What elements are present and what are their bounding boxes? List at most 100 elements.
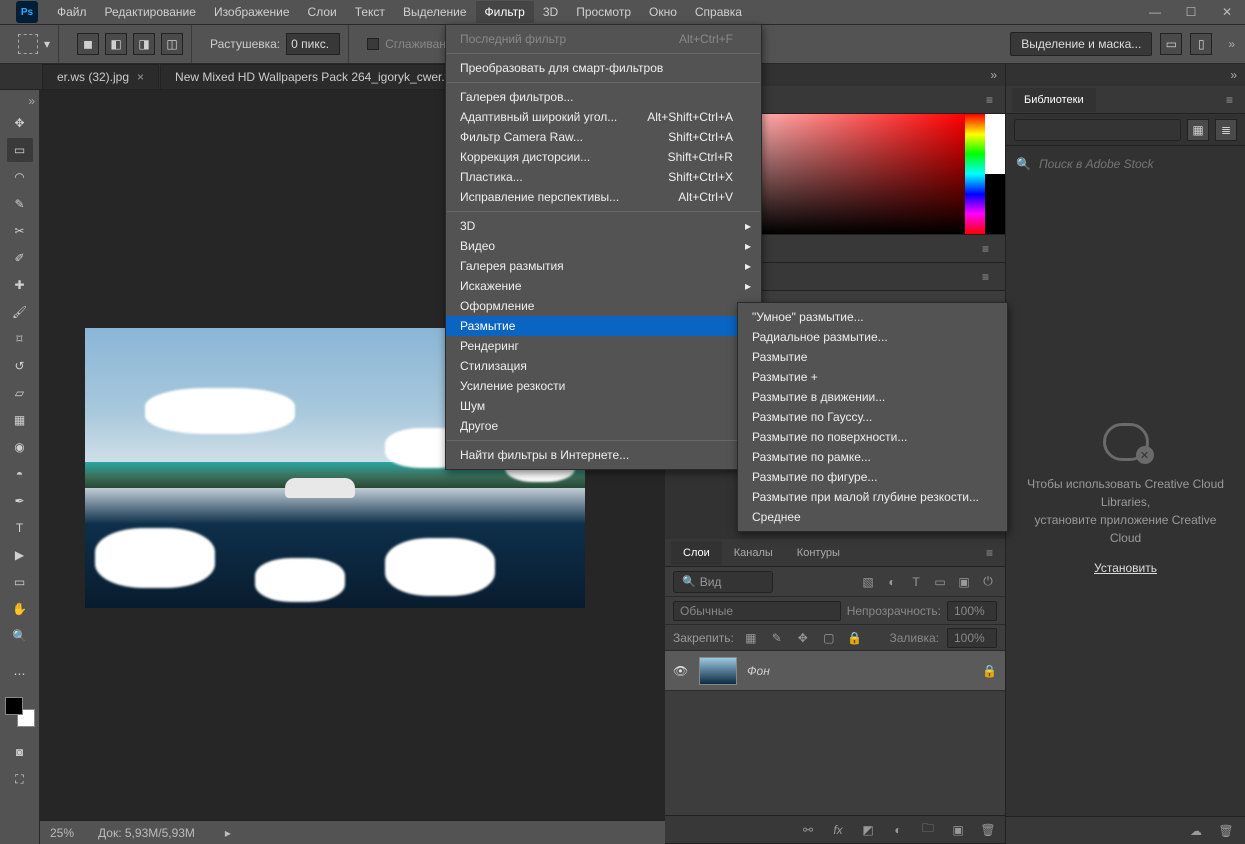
submenu-item[interactable]: Размытие + xyxy=(738,367,1007,387)
layers-tab[interactable]: Слои xyxy=(671,541,722,565)
menu-item[interactable]: Другое▸ xyxy=(446,416,761,436)
tool-preset-icon[interactable] xyxy=(18,34,38,54)
pen-tool-icon[interactable]: ✒ xyxy=(7,489,33,513)
crop-tool-icon[interactable]: ✂ xyxy=(7,219,33,243)
marquee-tool-icon[interactable]: ▭ xyxy=(7,138,33,162)
submenu-item[interactable]: Размытие при малой глубине резкости... xyxy=(738,487,1007,507)
filter-adjust-icon[interactable]: ◐ xyxy=(883,573,901,591)
history-brush-tool-icon[interactable]: ↺ xyxy=(7,354,33,378)
hue-slider[interactable] xyxy=(965,114,985,234)
delete-layer-icon[interactable]: 🗑 xyxy=(979,821,997,839)
grid-view-icon[interactable]: ▦ xyxy=(1187,119,1209,141)
menu-item[interactable]: Исправление перспективы...Alt+Ctrl+V xyxy=(446,187,761,207)
doc-info[interactable]: Док: 5,93M/5,93M xyxy=(98,826,195,840)
shape-tool-icon[interactable]: ▭ xyxy=(7,570,33,594)
adjustment-layer-icon[interactable]: ◐ xyxy=(889,821,907,839)
panels-overflow-icon[interactable]: » xyxy=(990,68,997,82)
menu-изображение[interactable]: Изображение xyxy=(205,1,299,23)
feather-input[interactable] xyxy=(286,33,340,55)
selection-add-icon[interactable]: ◧ xyxy=(105,33,127,55)
menu-окно[interactable]: Окно xyxy=(640,1,686,23)
libraries-tab[interactable]: Библиотеки xyxy=(1012,88,1096,112)
menu-редактирование[interactable]: Редактирование xyxy=(96,1,205,23)
visibility-icon[interactable]: 👁 xyxy=(673,664,689,678)
status-arrow-icon[interactable]: ▸ xyxy=(225,826,231,840)
minimize-button[interactable]: — xyxy=(1137,0,1173,24)
filter-smart-icon[interactable]: ▣ xyxy=(955,573,973,591)
maximize-button[interactable]: ☐ xyxy=(1173,0,1209,24)
menu-item[interactable]: Коррекция дисторсии...Shift+Ctrl+R xyxy=(446,147,761,167)
panel-menu-icon[interactable]: ≡ xyxy=(980,93,999,107)
cloud-sync-icon[interactable]: ☁ xyxy=(1187,822,1205,840)
lock-artboard-icon[interactable]: ▢ xyxy=(820,629,838,647)
panel-toggle2-icon[interactable]: ▯ xyxy=(1190,33,1212,55)
menu-item[interactable]: Галерея фильтров... xyxy=(446,87,761,107)
menu-выделение[interactable]: Выделение xyxy=(394,1,476,23)
layer-name[interactable]: Фон xyxy=(747,664,770,678)
move-tool-icon[interactable]: ✥ xyxy=(7,111,33,135)
lock-all-icon[interactable]: 🔒 xyxy=(846,629,864,647)
menu-item[interactable]: Адаптивный широкий угол...Alt+Shift+Ctrl… xyxy=(446,107,761,127)
lock-pixels-icon[interactable]: ▦ xyxy=(742,629,760,647)
close-tab-icon[interactable]: × xyxy=(137,70,144,84)
filter-pixel-icon[interactable]: ▧ xyxy=(859,573,877,591)
layer-row[interactable]: 👁 Фон 🔒 xyxy=(665,651,1005,691)
new-layer-icon[interactable]: ▣ xyxy=(949,821,967,839)
menu-item[interactable]: Шум▸ xyxy=(446,396,761,416)
dodge-tool-icon[interactable]: ◓ xyxy=(7,462,33,486)
delete-library-icon[interactable]: 🗑 xyxy=(1217,822,1235,840)
gradient-tool-icon[interactable]: ▦ xyxy=(7,408,33,432)
menu-item[interactable]: Галерея размытия▸ xyxy=(446,256,761,276)
overflow-icon[interactable]: » xyxy=(1228,37,1235,51)
layer-thumbnail[interactable] xyxy=(699,657,737,685)
group-icon[interactable]: 🗀 xyxy=(919,821,937,839)
type-tool-icon[interactable]: T xyxy=(7,516,33,540)
quick-select-tool-icon[interactable]: ✎ xyxy=(7,192,33,216)
menu-файл[interactable]: Файл xyxy=(48,1,96,23)
layer-filter-select[interactable]: 🔍 Вид xyxy=(673,571,773,593)
lock-position-icon[interactable]: ✥ xyxy=(794,629,812,647)
blur-submenu[interactable]: "Умное" размытие...Радиальное размытие..… xyxy=(737,302,1008,532)
submenu-item[interactable]: Размытие по рамке... xyxy=(738,447,1007,467)
submenu-item[interactable]: Размытие по Гауссу... xyxy=(738,407,1007,427)
libraries-search-input[interactable] xyxy=(1039,157,1235,171)
selection-new-icon[interactable]: ◼ xyxy=(77,33,99,55)
menu-item[interactable]: Стилизация▸ xyxy=(446,356,761,376)
color-swatches[interactable] xyxy=(5,697,35,727)
tools-overflow-icon[interactable]: » xyxy=(28,94,39,108)
path-select-tool-icon[interactable]: ▶ xyxy=(7,543,33,567)
healing-tool-icon[interactable]: ✚ xyxy=(7,273,33,297)
submenu-item[interactable]: Размытие по поверхности... xyxy=(738,427,1007,447)
menu-item[interactable]: Найти фильтры в Интернете... xyxy=(446,445,761,465)
document-tab[interactable]: er.ws (32).jpg × xyxy=(42,64,159,89)
opacity-input[interactable]: 100% xyxy=(947,601,997,621)
link-layers-icon[interactable]: ⚯ xyxy=(799,821,817,839)
foreground-color-swatch[interactable] xyxy=(5,697,23,715)
submenu-item[interactable]: "Умное" размытие... xyxy=(738,307,1007,327)
select-and-mask-button[interactable]: Выделение и маска... xyxy=(1010,32,1152,56)
menu-item[interactable]: Искажение▸ xyxy=(446,276,761,296)
menu-слои[interactable]: Слои xyxy=(299,1,346,23)
hand-tool-icon[interactable]: ✋ xyxy=(7,597,33,621)
zoom-level[interactable]: 25% xyxy=(50,826,74,840)
channels-tab[interactable]: Каналы xyxy=(722,541,785,565)
library-select[interactable] xyxy=(1014,119,1181,141)
panels-overflow-icon[interactable]: » xyxy=(1230,68,1237,82)
submenu-item[interactable]: Размытие в движении... xyxy=(738,387,1007,407)
list-view-icon[interactable]: ≣ xyxy=(1215,119,1237,141)
quick-mask-icon[interactable]: ◙ xyxy=(7,740,33,764)
menu-просмотр[interactable]: Просмотр xyxy=(567,1,640,23)
paths-tab[interactable]: Контуры xyxy=(785,541,852,565)
filter-toggle-icon[interactable]: ⏻ xyxy=(979,573,997,591)
menu-3d[interactable]: 3D xyxy=(534,1,567,23)
filter-menu[interactable]: Последний фильтрAlt+Ctrl+FПреобразовать … xyxy=(445,24,762,470)
menu-item[interactable]: Оформление▸ xyxy=(446,296,761,316)
lock-brush-icon[interactable]: ✎ xyxy=(768,629,786,647)
eyedropper-tool-icon[interactable]: ✐ xyxy=(7,246,33,270)
stamp-tool-icon[interactable]: ⌑ xyxy=(7,327,33,351)
install-link[interactable]: Установить xyxy=(1094,561,1157,575)
submenu-item[interactable]: Размытие xyxy=(738,347,1007,367)
menu-item[interactable]: Пластика...Shift+Ctrl+X xyxy=(446,167,761,187)
menu-item[interactable]: Размытие▸ xyxy=(446,316,761,336)
submenu-item[interactable]: Размытие по фигуре... xyxy=(738,467,1007,487)
